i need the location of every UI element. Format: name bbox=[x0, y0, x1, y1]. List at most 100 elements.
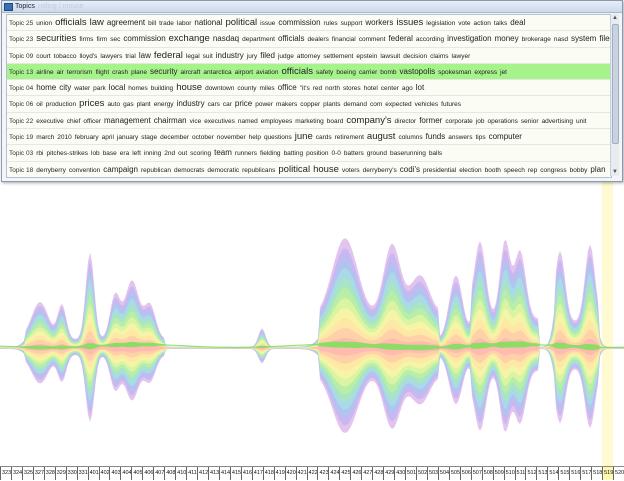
topic-word[interactable]: november bbox=[217, 134, 246, 141]
topic-word[interactable]: senior bbox=[521, 118, 539, 125]
topic-word[interactable]: position bbox=[306, 150, 328, 157]
topic-word[interactable]: makers bbox=[276, 101, 297, 108]
topic-word[interactable]: copper bbox=[300, 101, 320, 108]
topic-word[interactable]: action bbox=[474, 20, 491, 27]
topic-word[interactable]: april bbox=[102, 134, 114, 141]
topic-word[interactable]: trade bbox=[159, 20, 174, 27]
topic-word[interactable]: home bbox=[36, 83, 56, 92]
topic-word[interactable]: stores bbox=[343, 85, 361, 92]
topic-word[interactable]: officials bbox=[278, 34, 305, 43]
timeline-axis[interactable]: 323 324 325 327 328 329 330 331 401 402 403 404 405 4… bbox=[0, 466, 624, 481]
topic-word[interactable]: era bbox=[120, 150, 129, 157]
topic-word[interactable]: water bbox=[74, 85, 90, 92]
topic-word[interactable]: officials bbox=[55, 17, 87, 28]
topic-word[interactable]: north bbox=[325, 85, 340, 92]
topic-word[interactable]: industry bbox=[216, 51, 244, 60]
topic-word[interactable]: safety bbox=[316, 69, 333, 76]
topic-word[interactable]: filed bbox=[260, 51, 275, 60]
topic-word[interactable]: vice bbox=[190, 118, 202, 125]
topic-row[interactable]: Topic 03 rbi pitches-strikes lob base era left… bbox=[7, 145, 611, 162]
topic-word[interactable]: march bbox=[36, 134, 54, 141]
topic-word[interactable]: prices bbox=[79, 98, 104, 109]
topic-word[interactable]: issue bbox=[260, 20, 275, 27]
topic-word[interactable]: security bbox=[150, 67, 178, 76]
topic-word[interactable]: convention bbox=[69, 167, 100, 174]
topic-word[interactable]: court bbox=[36, 53, 50, 60]
topic-word[interactable]: officials bbox=[281, 66, 313, 77]
topic-row[interactable]: Topic 19 march 2010 february april january sta… bbox=[7, 129, 611, 146]
topic-word[interactable]: agreement bbox=[107, 18, 145, 27]
topic-word[interactable]: issues bbox=[396, 17, 423, 28]
topic-word[interactable]: financial bbox=[332, 36, 356, 43]
topic-word[interactable]: cards bbox=[316, 134, 332, 141]
topic-word[interactable]: talks bbox=[494, 20, 507, 27]
topic-word[interactable]: house bbox=[176, 82, 202, 93]
topic-word[interactable]: december bbox=[160, 134, 189, 141]
topic-row[interactable]: Topic 25 union officials law agreement bill tr… bbox=[7, 15, 611, 32]
topic-word[interactable]: attorney bbox=[297, 53, 321, 60]
topic-word[interactable]: miles bbox=[260, 85, 275, 92]
topic-word[interactable]: system bbox=[571, 34, 596, 43]
topic-word[interactable]: nasdaq bbox=[213, 34, 239, 43]
topic-word[interactable]: federal bbox=[154, 50, 183, 61]
topic-word[interactable]: out bbox=[178, 150, 187, 157]
topic-word[interactable]: columns bbox=[398, 134, 422, 141]
scrollbar-thumb[interactable] bbox=[612, 24, 619, 144]
scroll-down-arrow-icon[interactable]: ▼ bbox=[611, 168, 619, 176]
topic-row[interactable]: Topic 23 securities firms firm sec commission… bbox=[7, 31, 611, 48]
topic-word[interactable]: local bbox=[109, 83, 125, 92]
topic-word[interactable]: commission bbox=[123, 34, 165, 43]
topic-word[interactable]: bobby bbox=[570, 167, 588, 174]
topic-word[interactable]: tobacco bbox=[54, 53, 77, 60]
topic-word[interactable]: firm bbox=[96, 36, 107, 43]
topic-word[interactable]: employees bbox=[261, 118, 292, 125]
topic-word[interactable]: claims bbox=[430, 53, 448, 60]
topic-word[interactable]: legal bbox=[186, 53, 200, 60]
topic-word[interactable]: balls bbox=[429, 150, 442, 157]
topic-word[interactable]: money bbox=[495, 34, 519, 43]
topic-word[interactable]: january bbox=[117, 134, 138, 141]
topic-word[interactable]: futures bbox=[441, 101, 461, 108]
topic-word[interactable]: rbi bbox=[36, 150, 43, 157]
topic-list[interactable]: Topic 25 union officials law agreement bill tr… bbox=[6, 14, 612, 178]
topic-word[interactable]: lawyer bbox=[452, 53, 471, 60]
topic-word[interactable]: expected bbox=[385, 101, 411, 108]
topic-word[interactable]: decision bbox=[403, 53, 427, 60]
topic-word[interactable]: plants bbox=[323, 101, 340, 108]
topic-word[interactable]: former bbox=[419, 116, 442, 125]
window-titlebar[interactable]: Topics rolling / mouse bbox=[2, 1, 622, 13]
topic-word[interactable]: ago bbox=[402, 85, 413, 92]
topic-word[interactable]: democratic bbox=[207, 167, 239, 174]
topic-word[interactable]: downtown bbox=[205, 85, 234, 92]
topic-word[interactable]: chief bbox=[67, 118, 81, 125]
topic-word[interactable]: speech bbox=[504, 167, 525, 174]
topic-word[interactable]: power bbox=[255, 101, 273, 108]
topic-word[interactable]: air bbox=[57, 69, 64, 76]
topic-word[interactable]: help bbox=[249, 134, 261, 141]
topic-word[interactable]: union bbox=[36, 20, 52, 27]
topic-word[interactable]: legislation bbox=[426, 20, 455, 27]
scroll-up-arrow-icon[interactable]: ▲ bbox=[611, 14, 619, 22]
topic-word[interactable]: national bbox=[194, 18, 222, 27]
topic-row[interactable]: Topic 09 court tobacco lloyd's lawyers trial l… bbox=[7, 48, 611, 64]
topic-word[interactable]: voters bbox=[342, 167, 360, 174]
topic-word[interactable]: republican bbox=[141, 167, 171, 174]
topic-word[interactable]: answers bbox=[448, 134, 472, 141]
topic-word[interactable]: corporate bbox=[445, 118, 472, 125]
topic-word[interactable]: 2010 bbox=[57, 134, 71, 141]
topic-word[interactable]: stage bbox=[141, 134, 157, 141]
topic-word[interactable]: lawsuit bbox=[380, 53, 400, 60]
topic-word[interactable]: commission bbox=[278, 18, 320, 27]
topic-word[interactable]: marketing bbox=[295, 118, 324, 125]
topic-word[interactable]: unit bbox=[576, 118, 586, 125]
topic-word[interactable]: ground bbox=[367, 150, 387, 157]
topic-word[interactable]: retirement bbox=[335, 134, 364, 141]
topic-word[interactable]: center bbox=[381, 85, 399, 92]
topic-word[interactable]: suit bbox=[203, 53, 213, 60]
topic-word[interactable]: executive bbox=[36, 118, 63, 125]
topic-word[interactable]: hotel bbox=[364, 85, 378, 92]
topic-word[interactable]: batting bbox=[284, 150, 304, 157]
topic-word[interactable]: executives bbox=[204, 118, 235, 125]
topic-word[interactable]: team bbox=[214, 148, 232, 157]
topic-word[interactable]: homes bbox=[128, 85, 148, 92]
